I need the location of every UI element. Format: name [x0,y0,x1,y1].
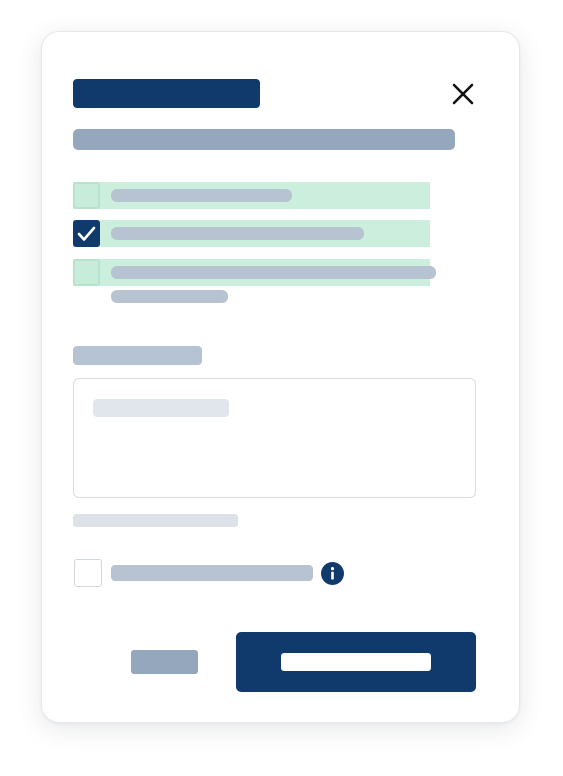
field-help-text [73,514,238,527]
dialog-subtitle [73,129,455,150]
option-label-3-continued [111,290,228,303]
option-label-2 [111,227,364,240]
option-label-1 [111,189,292,202]
check-icon [77,226,96,241]
option-checkbox-3[interactable] [73,259,100,286]
close-button[interactable] [446,77,480,111]
cancel-button[interactable] [131,650,198,674]
option-row-2[interactable] [73,220,430,247]
consent-checkbox[interactable] [74,559,102,587]
option-row-3[interactable] [73,259,436,286]
comment-textarea[interactable] [73,378,476,498]
submit-button-label [281,653,431,671]
consent-label [111,565,313,581]
option-row-1[interactable] [73,182,430,209]
option-label-3 [111,266,436,279]
field-label [73,346,202,365]
option-checkbox-2[interactable] [73,220,100,247]
dialog-card [41,31,520,723]
option-checkbox-1[interactable] [73,182,100,209]
submit-button[interactable] [236,632,476,692]
close-icon [452,83,474,105]
textarea-placeholder [93,399,229,417]
dialog-title [73,79,260,108]
info-icon[interactable] [321,562,344,585]
